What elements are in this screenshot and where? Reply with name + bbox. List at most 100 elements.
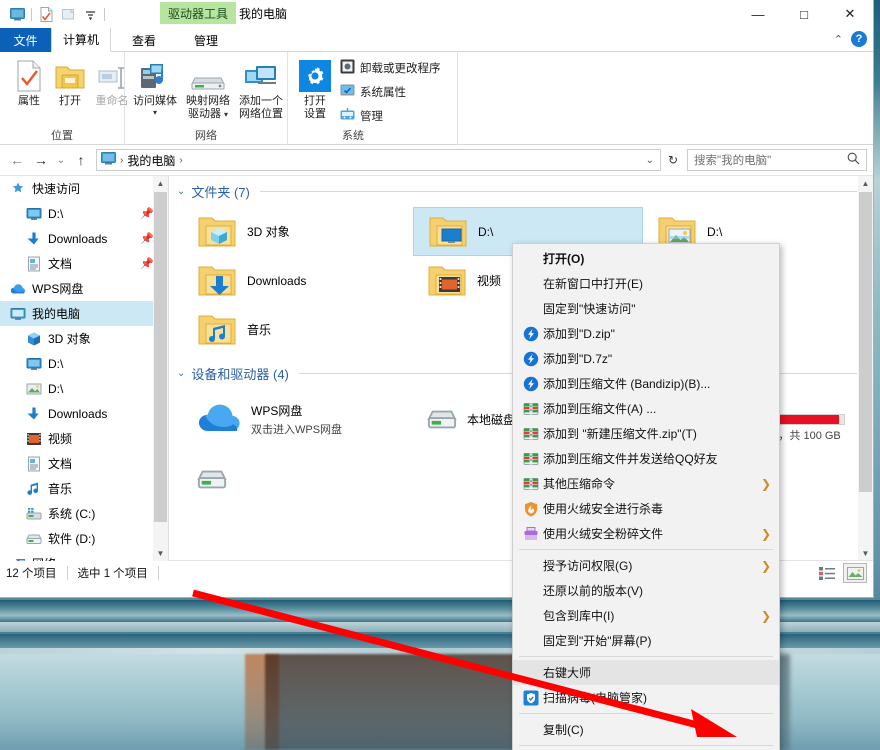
folder-tile[interactable]: Downloads [183,256,413,305]
pin-icon[interactable]: 📌 [140,257,154,270]
context-menu-item[interactable]: 授予访问权限(G)❯ [513,553,779,578]
context-menu-item[interactable]: 使用火绒安全粉碎文件❯ [513,521,779,546]
group-header-folders[interactable]: ⌄ 文件夹 (7) [169,176,873,203]
submenu-chevron-icon[interactable]: ❯ [761,559,771,573]
sidebar-item[interactable]: 软件 (D:) [0,526,168,551]
contextual-tab-drive-tools[interactable]: 驱动器工具 [160,2,236,24]
device-tile[interactable]: WPS网盘双击进入WPS网盘 [183,389,413,449]
sidebar-item[interactable]: 我的电脑 [0,301,168,326]
sidebar-item[interactable]: 文档📌 [0,251,168,276]
context-menu-item[interactable]: 还原以前的版本(V) [513,578,779,603]
breadcrumb-separator-2[interactable]: › [179,155,182,166]
context-menu-item[interactable]: 添加到压缩文件并发送给QQ好友 [513,446,779,471]
context-menu-item[interactable]: 使用火绒安全进行杀毒 [513,496,779,521]
up-button[interactable]: ↑ [70,149,92,171]
ribbon-button-system-properties[interactable]: 系统属性 [340,81,406,103]
ribbon-button-uninstall-program[interactable]: 卸载或更改程序 [340,57,441,79]
sidebar-item[interactable]: D:\ [0,351,168,376]
search-icon[interactable] [847,152,860,168]
group-title: 设备和驱动器 (4) [191,364,289,383]
context-menu-item[interactable]: 添加到压缩文件(A) ... [513,396,779,421]
ribbon-button-open-settings[interactable]: 打开 设置 [292,56,338,121]
context-menu-item[interactable]: 扫描病毒(电脑管家) [513,685,779,710]
pin-icon[interactable]: 📌 [140,207,154,220]
scrollbar-thumb[interactable] [154,192,167,522]
scroll-down-icon[interactable]: ▼ [153,546,168,561]
customize-dropdown-icon[interactable] [79,4,101,24]
help-icon[interactable]: ? [851,31,867,47]
folder-tile[interactable]: 3D 对象 [183,207,413,256]
3d-objects-icon [26,331,42,347]
large-icons-view-icon[interactable] [843,563,867,583]
tab-file[interactable]: 文件 [0,28,51,52]
sidebar-item[interactable]: D:\ [0,376,168,401]
content-scrollbar[interactable]: ▲ ▼ [858,176,873,560]
sidebar-item[interactable]: Downloads [0,401,168,426]
sidebar-item[interactable]: 文档 [0,451,168,476]
details-view-icon[interactable] [815,563,839,583]
sidebar-item[interactable]: 网络 [0,551,168,561]
context-menu-item[interactable]: 其他压缩命令❯ [513,471,779,496]
navigation-scrollbar[interactable]: ▲ ▼ [153,176,168,561]
scroll-up-icon[interactable]: ▲ [858,176,873,191]
tab-manage[interactable]: 管理 [177,28,235,52]
scrollbar-thumb[interactable] [859,192,872,492]
chevron-down-icon[interactable]: ▾ [129,108,181,117]
context-menu-item[interactable]: 复制(C) [513,717,779,742]
context-menu-item[interactable]: 打开(O) [513,246,779,271]
context-menu-item[interactable]: 添加到"D.zip" [513,321,779,346]
ribbon-button-access-media[interactable]: 访问媒体 ▾ [129,56,181,117]
tab-view[interactable]: 查看 [117,28,171,52]
folder-tile[interactable]: 音乐 [183,305,413,354]
maximize-button[interactable]: □ [781,0,827,28]
chevron-down-icon[interactable]: ▾ [224,110,228,119]
tab-computer[interactable]: 计算机 [51,28,111,52]
address-dropdown-icon[interactable]: ⌄ [646,155,654,166]
sidebar-item[interactable]: 3D 对象 [0,326,168,351]
sidebar-item[interactable]: 快速访问 [0,176,168,201]
back-button[interactable]: ← [6,149,28,171]
submenu-chevron-icon[interactable]: ❯ [761,477,771,491]
forward-button[interactable]: → [30,149,52,171]
context-menu-item[interactable]: 包含到库中(I)❯ [513,603,779,628]
properties-icon [6,56,52,92]
close-button[interactable]: ✕ [827,0,873,28]
scroll-down-icon[interactable]: ▼ [858,546,873,560]
new-folder-icon[interactable] [57,4,79,24]
context-menu-item[interactable]: 在新窗口中打开(E) [513,271,779,296]
context-menu-item[interactable]: 固定到"快速访问" [513,296,779,321]
recent-locations-button[interactable]: ⌄ [54,149,68,171]
sidebar-item[interactable]: D:\📌 [0,201,168,226]
refresh-button[interactable]: ↻ [663,149,683,171]
this-pc-icon[interactable] [6,4,28,24]
submenu-chevron-icon[interactable]: ❯ [761,609,771,623]
minimize-button[interactable]: — [735,0,781,28]
address-path-box[interactable]: › 我的电脑 › ⌄ [96,149,661,171]
collapse-ribbon-icon[interactable]: ⌃ [834,33,843,46]
breadcrumb-this-pc[interactable]: 我的电脑 [127,152,175,169]
pin-icon[interactable]: 📌 [140,232,154,245]
scroll-up-icon[interactable]: ▲ [153,176,168,191]
ribbon-button-computer-management[interactable]: 管理 [340,105,383,127]
properties-icon[interactable] [35,4,57,24]
ribbon-button-add-network-location[interactable]: 添加一个 网络位置 [235,56,287,121]
chevron-down-icon[interactable]: ⌄ [177,186,185,197]
submenu-chevron-icon[interactable]: ❯ [761,527,771,541]
search-box[interactable]: 搜索"我的电脑" [687,149,867,171]
ribbon-button-properties[interactable]: 属性 [6,56,52,108]
sidebar-item[interactable]: 系统 (C:) [0,501,168,526]
ribbon-group-label: 位置 [0,127,124,143]
device-tile[interactable] [183,449,413,509]
status-item-count: 12 个项目 [6,565,57,581]
chevron-down-icon[interactable]: ⌄ [177,368,185,379]
sidebar-item[interactable]: Downloads📌 [0,226,168,251]
sidebar-item[interactable]: 音乐 [0,476,168,501]
context-menu-item[interactable]: 添加到"D.7z" [513,346,779,371]
sidebar-item[interactable]: WPS网盘 [0,276,168,301]
context-menu-item[interactable]: 添加到 "新建压缩文件.zip"(T) [513,421,779,446]
context-menu-item[interactable]: 固定到"开始"屏幕(P) [513,628,779,653]
sidebar-item[interactable]: 视频 [0,426,168,451]
context-menu-item[interactable]: 添加到压缩文件 (Bandizip)(B)... [513,371,779,396]
context-menu-item[interactable]: 右键大师 [513,660,779,685]
ribbon-button-map-network-drive[interactable]: 映射网络 驱动器 ▾ [180,56,236,121]
